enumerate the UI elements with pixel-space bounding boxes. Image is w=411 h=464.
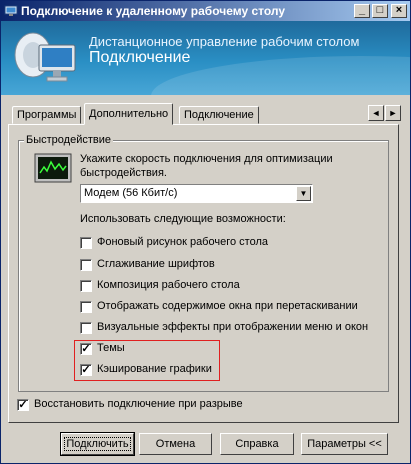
maximize-button[interactable]: □ bbox=[372, 4, 388, 18]
minimize-button[interactable]: _ bbox=[354, 4, 370, 18]
tab-scroll-right-button[interactable]: ► bbox=[385, 105, 401, 121]
connection-speed-select[interactable]: Модем (56 Кбит/с) ▼ bbox=[80, 184, 313, 203]
chevron-down-icon[interactable]: ▼ bbox=[296, 186, 311, 201]
connect-button[interactable]: Подключить bbox=[60, 432, 135, 456]
remote-desktop-app-icon bbox=[4, 5, 18, 16]
checkmark-icon: ✓ bbox=[81, 343, 91, 355]
tab-scroll-left-button[interactable]: ◄ bbox=[368, 105, 384, 121]
connection-speed-value: Модем (56 Кбит/с) bbox=[84, 187, 178, 199]
show-window-contents-label[interactable]: Отображать содержимое окна при перетаски… bbox=[97, 300, 358, 312]
speed-prompt-line2: быстродействия. bbox=[80, 167, 167, 179]
bitmap-caching-label[interactable]: Кэширование графики bbox=[97, 363, 212, 375]
tab-connection[interactable]: Подключение bbox=[179, 106, 259, 124]
connect-button-label: Подключить bbox=[64, 437, 131, 451]
banner-title: Подключение bbox=[89, 49, 191, 66]
tab-advanced[interactable]: Дополнительно bbox=[84, 103, 174, 125]
options-button[interactable]: Параметры << bbox=[301, 433, 388, 455]
header-banner: Дистанционное управление рабочим столом … bbox=[1, 21, 410, 95]
themes-label[interactable]: Темы bbox=[97, 342, 125, 354]
bitmap-caching-checkbox[interactable]: ✓ bbox=[80, 364, 92, 376]
themes-checkbox[interactable]: ✓ bbox=[80, 343, 92, 355]
title-bar[interactable]: Подключение к удаленному рабочему столу … bbox=[1, 1, 410, 21]
help-button[interactable]: Справка bbox=[220, 433, 294, 455]
desktop-composition-checkbox[interactable] bbox=[80, 280, 92, 292]
checkmark-icon: ✓ bbox=[81, 364, 91, 376]
performance-group-label: Быстродействие bbox=[24, 134, 113, 146]
cancel-button[interactable]: Отмена bbox=[139, 433, 212, 455]
banner-subtitle: Дистанционное управление рабочим столом bbox=[89, 34, 360, 49]
window-title: Подключение к удаленному рабочему столу bbox=[21, 4, 286, 18]
visual-effects-label[interactable]: Визуальные эффекты при отображении меню … bbox=[97, 321, 368, 333]
font-smoothing-label[interactable]: Сглаживание шрифтов bbox=[97, 258, 215, 270]
show-window-contents-checkbox[interactable] bbox=[80, 301, 92, 313]
desktop-background-label[interactable]: Фоновый рисунок рабочего стола bbox=[97, 236, 268, 248]
desktop-background-checkbox[interactable] bbox=[80, 237, 92, 249]
reconnect-label[interactable]: Восстановить подключение при разрыве bbox=[34, 398, 243, 410]
tab-programs[interactable]: Программы bbox=[12, 106, 82, 124]
reconnect-checkbox[interactable]: ✓ bbox=[17, 399, 29, 411]
rdp-window: Подключение к удаленному рабочему столу … bbox=[0, 0, 411, 464]
features-label: Использовать следующие возможности: bbox=[80, 213, 286, 225]
font-smoothing-checkbox[interactable] bbox=[80, 259, 92, 271]
speed-prompt-line1: Укажите скорость подключения для оптимиз… bbox=[80, 153, 333, 165]
visual-effects-checkbox[interactable] bbox=[80, 322, 92, 334]
close-button[interactable]: × bbox=[391, 4, 407, 18]
desktop-composition-label[interactable]: Композиция рабочего стола bbox=[97, 279, 240, 291]
performance-meter-icon bbox=[34, 153, 72, 183]
checkmark-icon: ✓ bbox=[18, 399, 28, 411]
remote-desktop-monitor-icon bbox=[14, 32, 76, 82]
